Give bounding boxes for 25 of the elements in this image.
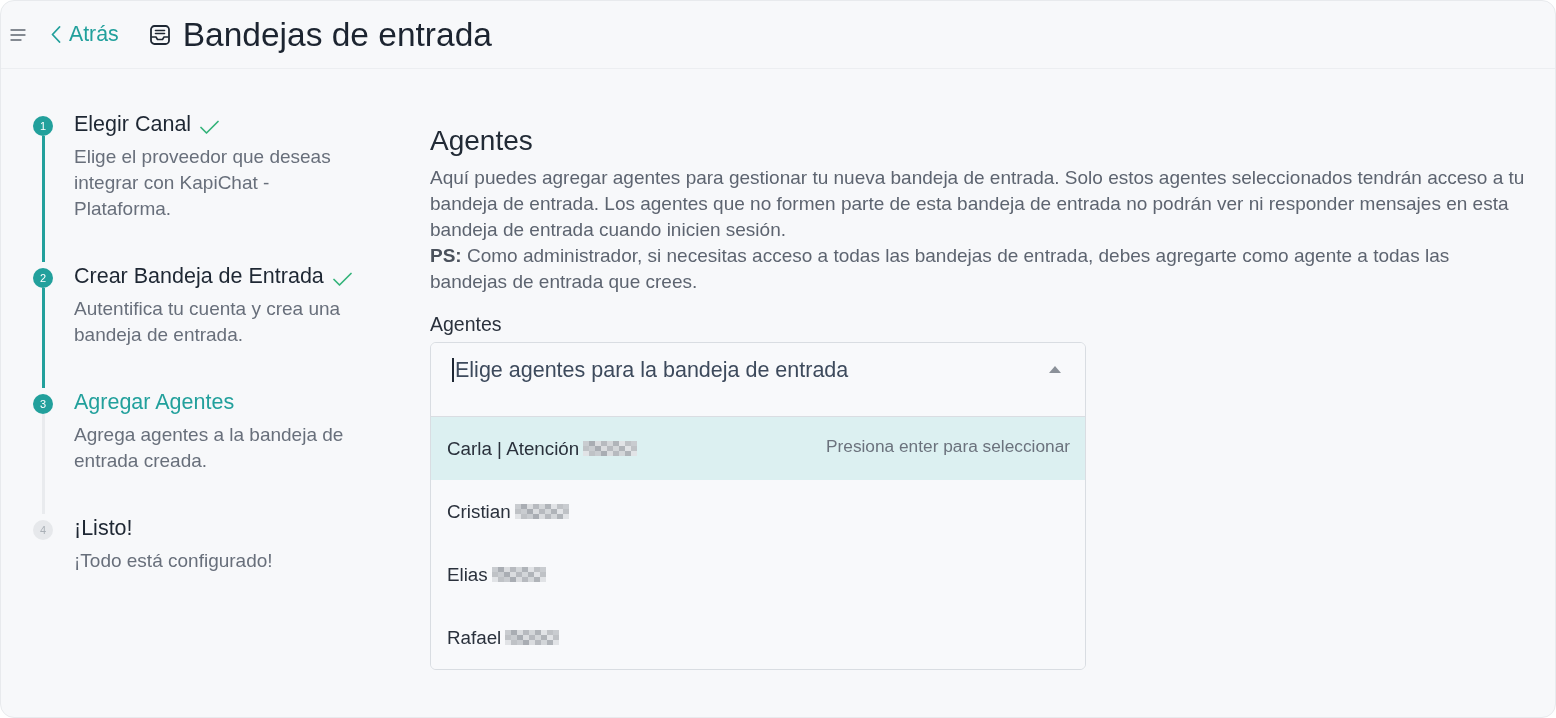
step-description: Agrega agentes a la bandeja de entrada creada. (74, 423, 345, 473)
step-number: 1 (33, 116, 53, 136)
step-number: 2 (33, 268, 53, 288)
text-cursor-icon (452, 358, 454, 382)
field-label: Agentes (430, 312, 502, 337)
page-title: Bandejas de entrada (182, 15, 492, 54)
step-description: ¡Todo está configurado! (74, 549, 274, 573)
agents-select[interactable]: Elige agentes para la bandeja de entrada Carla | Atención Presiona enter para seleccionar Cristian Elias Rafael (430, 342, 1086, 670)
step-description: Autentifica tu cuenta y crea una bandeja de entrada. (74, 297, 342, 347)
step-title: Elegir Canal (74, 111, 192, 138)
inbox-icon (149, 24, 170, 45)
step-number: 3 (33, 394, 53, 414)
section-title: Agentes (430, 124, 533, 158)
step-number: 4 (33, 520, 53, 540)
step-title: Crear Bandeja de Entrada (74, 263, 324, 290)
step-description: Elige el proveedor que deseas integrar con KapiChat - Plataforma. (74, 145, 332, 221)
menu-icon (10, 28, 26, 41)
select-hint: Presiona enter para seleccionar (826, 436, 1070, 457)
step-title: ¡Listo! (74, 515, 133, 542)
agents-search-input[interactable]: Elige agentes para la bandeja de entrada (454, 356, 1049, 384)
chevron-left-icon (51, 26, 61, 43)
step-title: Agregar Agentes (74, 389, 235, 416)
section-description: Aquí puedes agregar agentes para gestionar tu nueva bandeja de entrada. Solo estos agentes seleccionados tendrán acceso a tu bandeja de entrada. Los agentes que no formen parte de esta bandeja de entrada no podrán ver ni responder mensajes en esta bandeja de entrada cuando inicien sesión. (430, 166, 1525, 242)
agent-option[interactable]: Carla | Atención Presiona enter para seleccionar (431, 417, 1085, 480)
section-note: PS: Como administrador, si necesitas acceso a todas las bandejas de entrada, debes agregarte como agente a todas las bandejas de entrada que crees. (430, 244, 1451, 294)
